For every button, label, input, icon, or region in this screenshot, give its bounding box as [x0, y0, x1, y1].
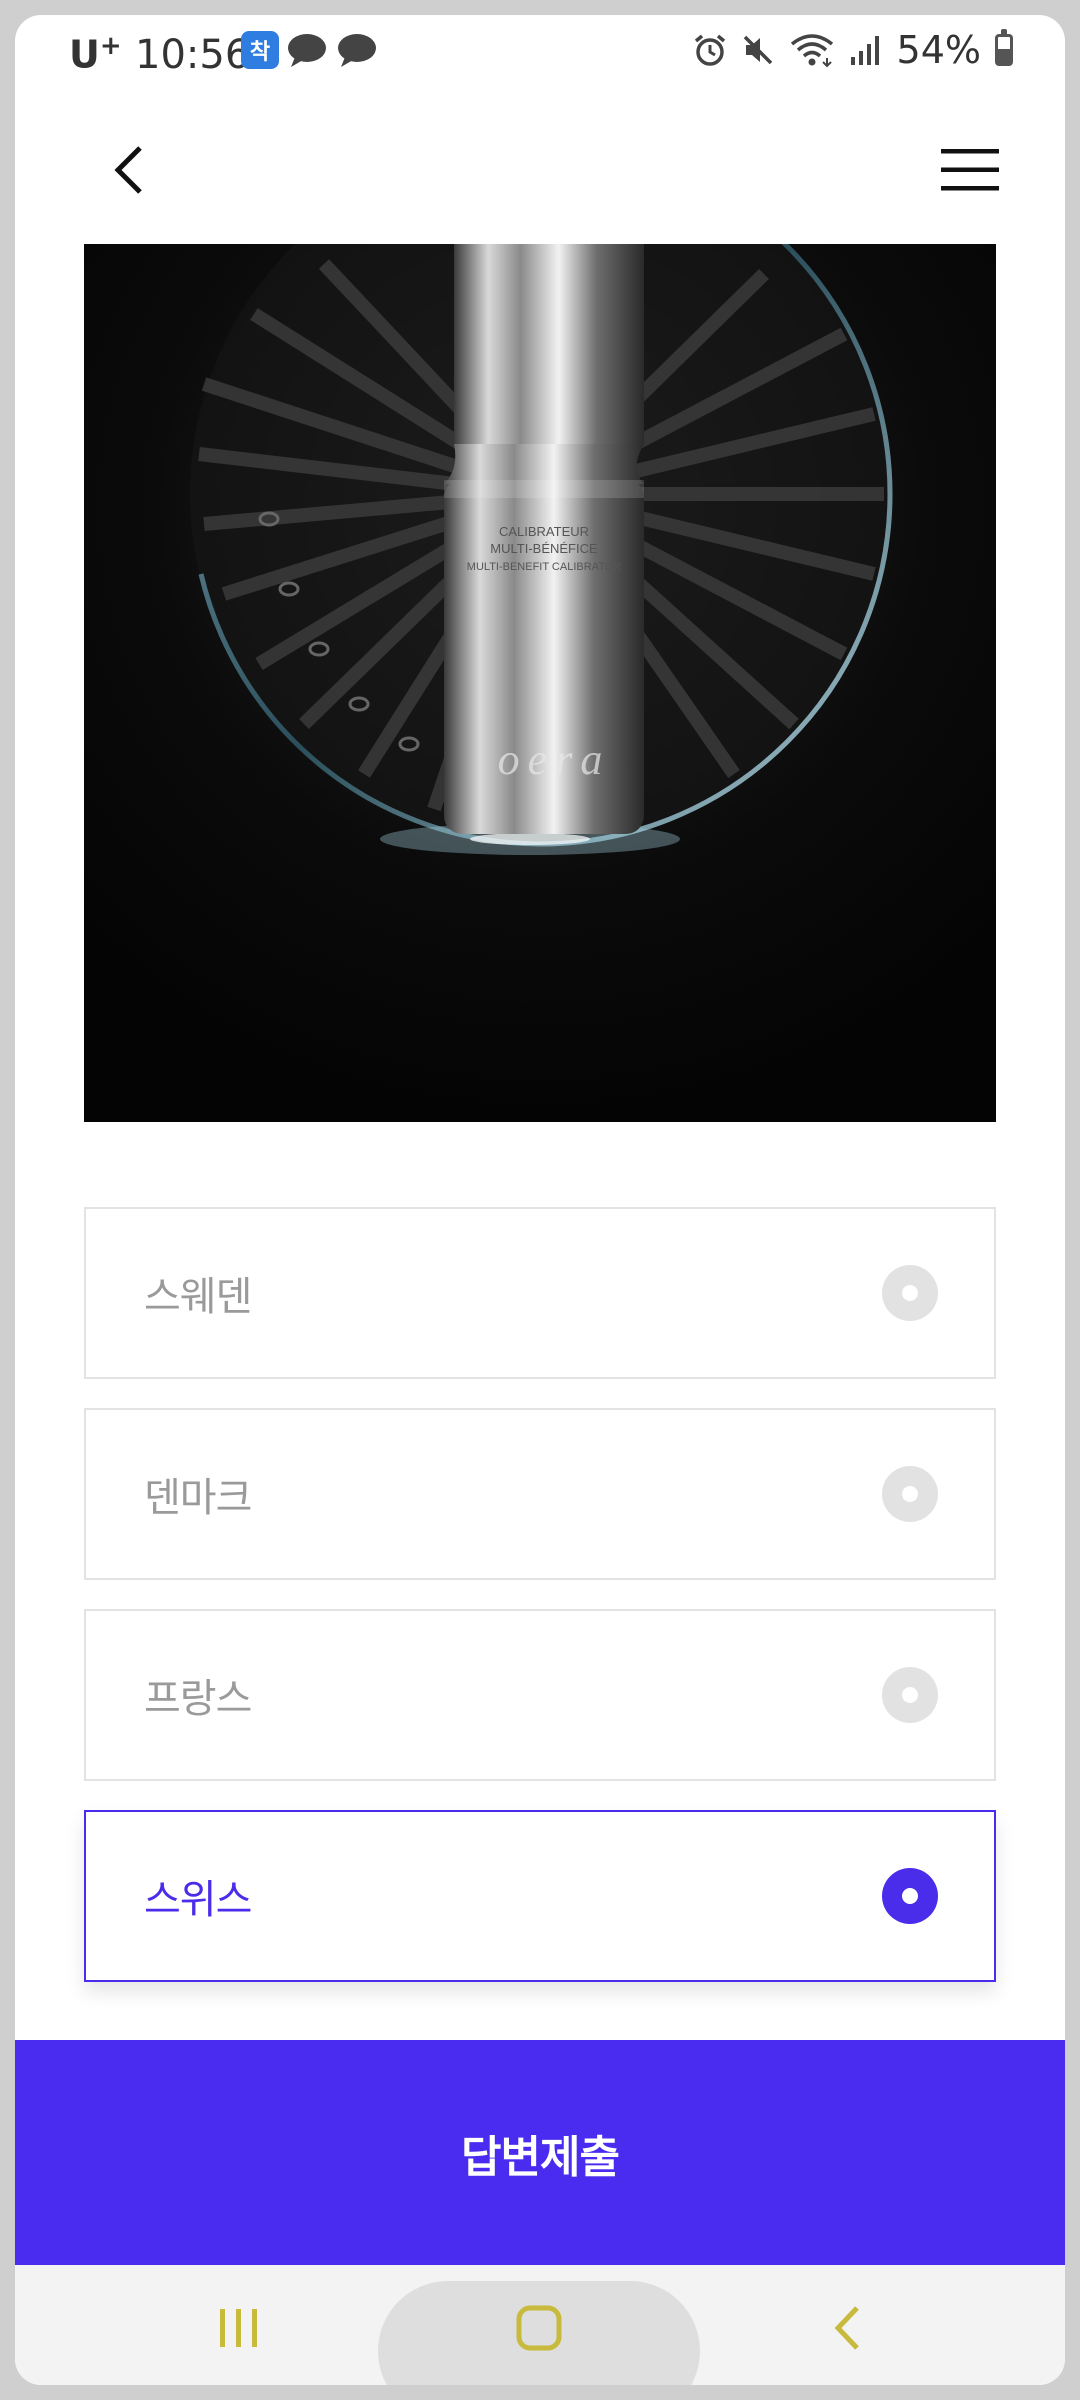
product-illustration: CALIBRATEUR MULTI-BÉNÉFICE MULTI-BENEFIT… — [84, 244, 996, 1122]
answer-option[interactable]: 스웨덴 — [84, 1207, 996, 1379]
home-icon — [516, 2305, 562, 2351]
answer-option-label: 덴마크 — [144, 1475, 252, 1521]
battery-percentage: 54% — [896, 28, 981, 72]
clock: 10:56 — [135, 32, 251, 78]
carrier-label: U+ — [69, 31, 122, 77]
answer-option-selected[interactable]: 스위스 — [84, 1810, 996, 1982]
notification-icons: 착 — [241, 31, 379, 69]
radio-icon — [882, 1265, 938, 1321]
product-text-line1: CALIBRATEUR — [499, 524, 589, 539]
radio-selected-icon — [882, 1868, 938, 1924]
recents-button[interactable] — [179, 2283, 299, 2373]
answer-option[interactable]: 프랑스 — [84, 1609, 996, 1781]
menu-button[interactable] — [935, 137, 1005, 203]
talk-icon — [288, 34, 326, 67]
mute-icon — [743, 35, 772, 65]
product-text-line2: MULTI-BÉNÉFICE — [490, 541, 598, 556]
answer-option-label: 스웨덴 — [144, 1274, 252, 1320]
system-status-icons: 54% — [693, 28, 1013, 72]
battery-icon — [995, 29, 1013, 66]
radio-icon — [882, 1667, 938, 1723]
wifi-icon — [790, 34, 833, 68]
hamburger-menu-icon — [941, 149, 999, 191]
radio-icon — [882, 1466, 938, 1522]
brand-logo: oera — [498, 735, 611, 784]
back-icon — [834, 2306, 859, 2350]
system-back-button[interactable] — [787, 2283, 907, 2373]
answer-options: 스웨덴 덴마크 프랑스 스위스 — [84, 1207, 996, 2011]
answer-option-label: 스위스 — [144, 1877, 252, 1923]
submit-answer-button[interactable]: 답변제출 — [15, 2040, 1065, 2265]
app-screen: U+ 10:56 착 54% CALIBRATEUR MULTI-BÉNÉFIC… — [15, 15, 1065, 2385]
answer-option[interactable]: 덴마크 — [84, 1408, 996, 1580]
product-text-line3: MULTI-BENEFIT CALIBRATOR — [467, 561, 621, 573]
recents-icon — [220, 2309, 257, 2347]
home-button[interactable] — [479, 2283, 599, 2373]
answer-option-label: 프랑스 — [144, 1676, 252, 1722]
signal-icon — [850, 36, 879, 65]
status-bar: U+ 10:56 착 54% — [15, 15, 1065, 95]
talk-icon — [338, 34, 376, 67]
system-nav-bar — [15, 2265, 1065, 2385]
chevron-left-icon — [114, 146, 142, 194]
product-image: CALIBRATEUR MULTI-BÉNÉFICE MULTI-BENEFIT… — [84, 244, 996, 1122]
back-button[interactable] — [95, 135, 165, 205]
app-notification-icon: 착 — [241, 31, 279, 69]
alarm-icon — [694, 34, 725, 66]
